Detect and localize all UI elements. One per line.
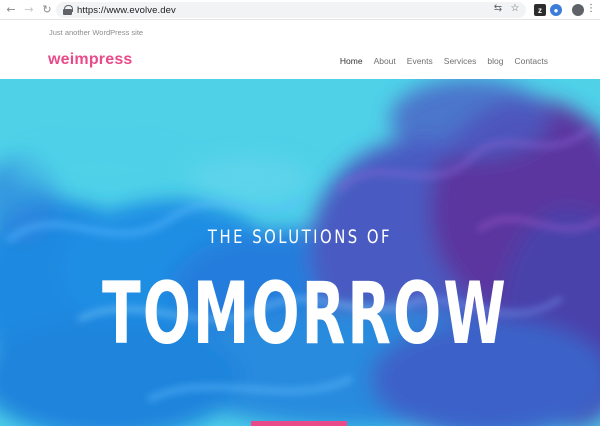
site-tagline: Just another WordPress site: [49, 28, 144, 37]
site-header: Just another WordPress site weimpress Ho…: [0, 21, 600, 79]
url-text: https://www.evolve.dev: [77, 4, 176, 16]
translate-icon[interactable]: ⇆: [492, 2, 504, 14]
nav-item-about[interactable]: About: [374, 56, 396, 66]
hero-title: TOMORROW: [101, 264, 508, 364]
main-navigation: Home About Events Services blog Contacts: [329, 56, 548, 66]
nav-item-contacts[interactable]: Contacts: [514, 56, 548, 66]
nav-item-blog[interactable]: blog: [487, 56, 503, 66]
nav-item-events[interactable]: Events: [407, 56, 433, 66]
reload-button[interactable]: ↻: [40, 3, 54, 17]
browser-menu-icon[interactable]: ⋮: [586, 3, 596, 14]
hero-section: THE SOLUTIONS OF TOMORROW: [0, 79, 600, 426]
back-button[interactable]: ←: [4, 3, 18, 17]
nav-item-services[interactable]: Services: [444, 56, 477, 66]
lock-icon: [63, 5, 73, 15]
forward-button[interactable]: →: [22, 3, 36, 17]
ink-smoke-background: [0, 79, 600, 426]
profile-avatar-icon[interactable]: [572, 4, 584, 16]
hero-cta-button[interactable]: [251, 421, 347, 426]
site-logo[interactable]: weimpress: [48, 51, 133, 69]
nav-item-home[interactable]: Home: [340, 56, 363, 66]
hero-subtitle: THE SOLUTIONS OF: [207, 226, 393, 248]
extension-icon[interactable]: z: [534, 4, 546, 16]
address-bar[interactable]: https://www.evolve.dev: [56, 2, 526, 18]
cloud-extension-icon[interactable]: ●: [550, 4, 562, 16]
bookmark-star-icon[interactable]: ☆: [509, 2, 521, 14]
browser-toolbar: ← → ↻ https://www.evolve.dev ⇆ ☆ z ● ⋮: [0, 0, 600, 20]
